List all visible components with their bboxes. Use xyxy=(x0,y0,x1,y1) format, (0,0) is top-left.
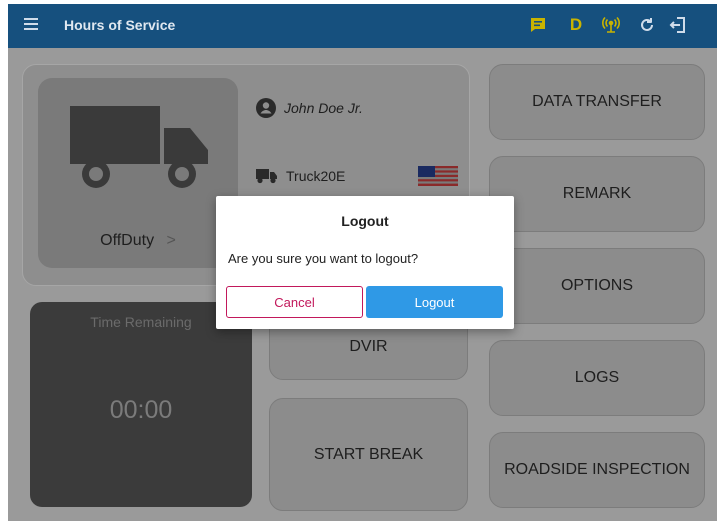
duty-status-indicator[interactable]: D xyxy=(565,14,587,36)
data-transfer-button[interactable]: DATA TRANSFER xyxy=(489,64,705,140)
connection-icon[interactable] xyxy=(600,14,622,36)
us-flag-icon xyxy=(418,166,458,186)
logout-icon[interactable] xyxy=(667,14,689,36)
time-remaining-value: 00:00 xyxy=(109,396,173,424)
logs-button[interactable]: LOGS xyxy=(489,340,705,416)
truck-icon xyxy=(70,106,208,188)
duty-status-tile[interactable]: OffDuty > xyxy=(38,78,238,268)
chevron-right-icon: > xyxy=(166,232,176,249)
refresh-icon[interactable] xyxy=(636,14,658,36)
driver-name-row[interactable]: John Doe Jr. xyxy=(256,98,363,118)
vehicle-name: Truck20E xyxy=(286,168,346,184)
app-title: Hours of Service xyxy=(64,17,176,33)
message-icon[interactable] xyxy=(527,14,549,36)
confirm-logout-button[interactable]: Logout xyxy=(366,286,503,318)
start-break-button[interactable]: START BREAK xyxy=(269,398,468,511)
app-bar: Hours of Service D xyxy=(8,4,717,48)
options-button[interactable]: OPTIONS xyxy=(489,248,705,324)
duty-status-text: OffDuty xyxy=(100,232,155,249)
duty-status-label: OffDuty > xyxy=(38,232,238,250)
time-remaining-card: Time Remaining 00:00 xyxy=(30,302,252,507)
dialog-message: Are you sure you want to logout? xyxy=(228,251,419,266)
menu-icon[interactable] xyxy=(24,18,38,30)
dialog-title: Logout xyxy=(341,213,389,229)
vehicle-icon xyxy=(256,169,277,184)
logout-dialog: Logout Are you sure you want to logout? … xyxy=(216,196,514,329)
remark-button[interactable]: REMARK xyxy=(489,156,705,232)
app-window: Hours of Service D OffDuty > John Doe Jr… xyxy=(8,4,717,521)
driver-name: John Doe Jr. xyxy=(284,100,363,116)
roadside-inspection-button[interactable]: ROADSIDE INSPECTION xyxy=(489,432,705,508)
user-icon xyxy=(256,98,276,118)
cancel-button[interactable]: Cancel xyxy=(226,286,363,318)
vehicle-row[interactable]: Truck20E xyxy=(256,168,345,184)
